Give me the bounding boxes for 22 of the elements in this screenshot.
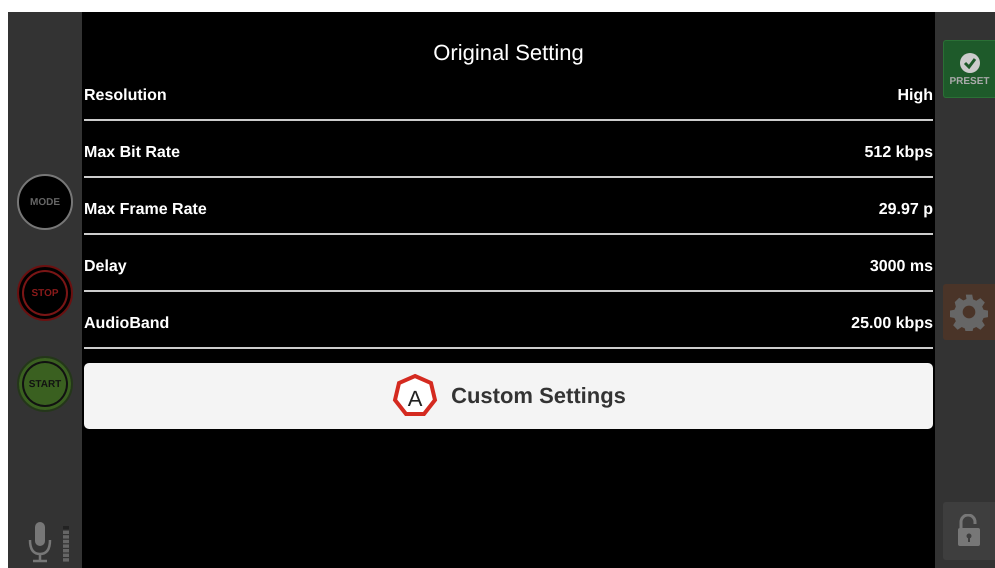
setting-label: Resolution <box>84 86 167 104</box>
setting-label: Max Bit Rate <box>84 144 180 162</box>
start-button[interactable]: START <box>17 356 73 412</box>
mode-button[interactable]: MODE <box>17 174 73 230</box>
preset-button[interactable]: PRESET <box>943 40 995 98</box>
setting-value: 3000 ms <box>870 258 933 276</box>
setting-value: High <box>897 86 933 104</box>
settings-icon <box>950 293 988 331</box>
setting-label: AudioBand <box>84 314 170 332</box>
checkmark-icon <box>958 52 980 74</box>
lock-button[interactable] <box>943 502 995 560</box>
setting-label: Delay <box>84 258 127 276</box>
screen-title: Original Setting <box>432 39 585 64</box>
stop-button[interactable]: STOP <box>17 265 73 321</box>
custom-settings-button[interactable]: A Custom Settings <box>84 363 933 429</box>
microphone-level-icon <box>26 520 72 564</box>
setting-label: Max Frame Rate <box>84 200 207 218</box>
button-label: Custom Settings <box>451 383 626 409</box>
unlocked-padlock-icon <box>956 514 982 548</box>
setting-value: 25.00 kbps <box>851 314 933 332</box>
setting-value: 29.97 p <box>878 200 933 218</box>
setting-value: 512 kbps <box>864 144 933 162</box>
